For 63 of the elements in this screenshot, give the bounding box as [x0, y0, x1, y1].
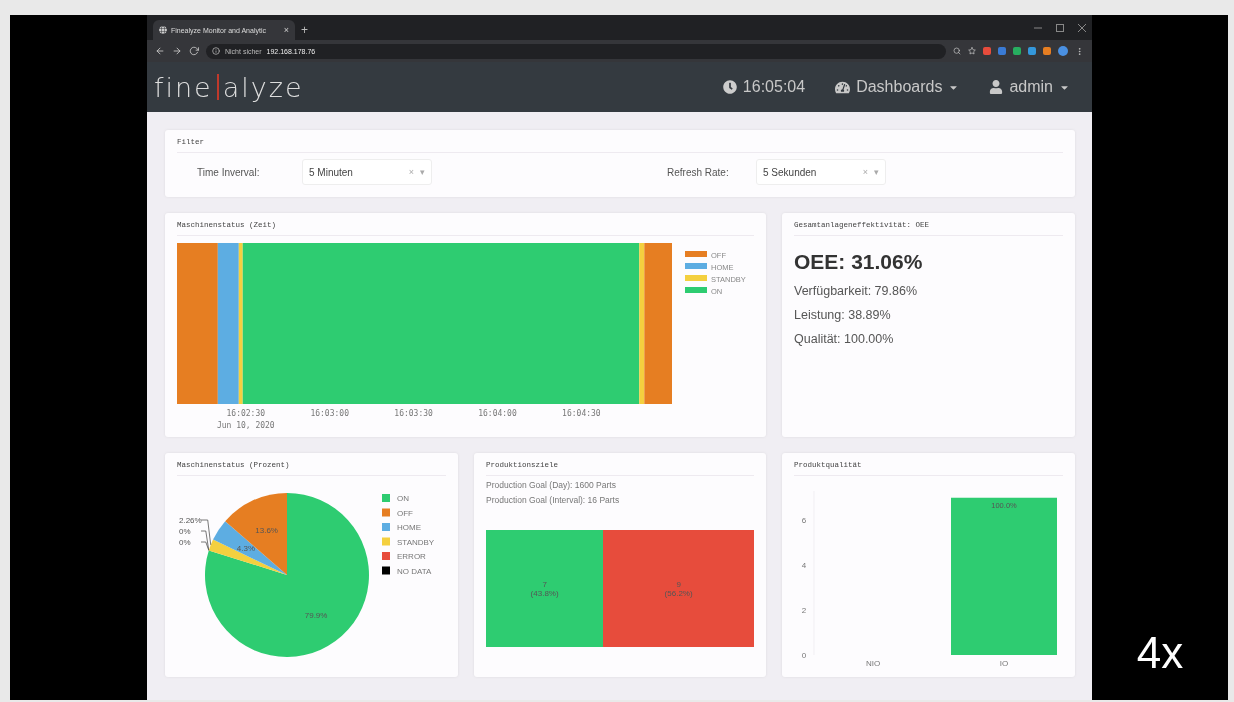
axis-tick-label: 16:03:30	[394, 409, 433, 418]
axis-tick-label: 16:04:00	[478, 409, 517, 418]
info-icon	[212, 47, 220, 55]
gauge-icon	[835, 79, 851, 95]
metric-text: Leistung: 38.89%	[794, 308, 892, 322]
bar-segment: 7 (43.8%)	[486, 530, 604, 647]
search-icon[interactable]	[953, 47, 961, 55]
slice-label: 2.26%	[179, 516, 202, 525]
close-icon[interactable]	[1078, 23, 1086, 32]
axis-tick-label: 16:03:00	[310, 409, 349, 418]
legend-label: ON	[397, 494, 409, 503]
slice-label: 0%	[179, 527, 191, 536]
slice-label: 4.3%	[236, 543, 255, 553]
axis-tick-label: 6	[801, 516, 807, 526]
logo: fine alyze	[154, 71, 304, 103]
metric-text: Qualität: 100.00%	[794, 332, 895, 346]
legend-swatch	[382, 523, 390, 531]
star-icon[interactable]	[968, 47, 976, 55]
forward-icon[interactable]	[172, 46, 182, 56]
goal-text: Production Goal (Day): 1600 Parts	[486, 480, 617, 490]
legend-label: HOME	[397, 523, 421, 532]
oee-value: OEE: 31.06%	[794, 250, 924, 274]
clock-icon	[722, 80, 737, 94]
tab-close-button[interactable]: ×	[283, 25, 289, 35]
dashboards-menu[interactable]: Dashboards	[835, 78, 960, 96]
legend-swatch	[382, 566, 390, 575]
legend-label: NO DATA	[397, 566, 432, 576]
goal-text: Production Goal (Interval): 16 Parts	[486, 495, 621, 505]
user-icon	[989, 80, 1004, 94]
select-field[interactable]: 5 Sekunden × ▾	[756, 159, 886, 185]
axis-tick-label: 2	[801, 606, 807, 616]
axis-tick-label: 4	[801, 561, 807, 571]
axis-tick-label: 0	[801, 651, 807, 660]
field-label: Time Inverval:	[197, 166, 261, 178]
bar-segment: 9 (56.2%)	[603, 530, 754, 647]
axis-tick-label: 16:04:30	[562, 409, 601, 418]
slice-label: 0%	[179, 538, 191, 547]
axis-tick-label: 16:02:30	[226, 409, 266, 418]
reload-icon[interactable]	[189, 46, 199, 56]
favicon-icon	[159, 26, 167, 34]
slice-label: 13.6%	[255, 526, 278, 536]
legend-label: OFF	[397, 508, 413, 518]
speed-label: 4x	[1136, 628, 1184, 678]
legend-swatch	[382, 537, 390, 546]
legend-label: STANDBY	[397, 537, 435, 547]
user-menu[interactable]: admin	[989, 78, 1070, 96]
maximize-icon[interactable]	[1056, 23, 1064, 32]
axis-category-label: IO	[999, 659, 1009, 668]
profile-icon[interactable]	[1058, 46, 1068, 56]
clock-time: 16:05:04	[742, 78, 806, 96]
field-label: Refresh Rate:	[667, 166, 730, 178]
legend-swatch	[382, 508, 390, 517]
metric-text: Verfügbarkeit: 79.86%	[794, 284, 918, 298]
legend-label: ERROR	[397, 552, 426, 561]
new-tab-button[interactable]: +	[301, 23, 308, 37]
menu-icon[interactable]	[1075, 46, 1084, 56]
axis-category-label: NIO	[865, 659, 881, 668]
legend-swatch	[382, 494, 390, 502]
select-field[interactable]: 5 Minuten × ▾	[302, 159, 432, 185]
slice-label: 79.9%	[304, 610, 328, 620]
date-label: Jun 10, 2020	[216, 421, 275, 429]
back-icon[interactable]	[155, 46, 165, 56]
legend-swatch	[382, 552, 390, 560]
